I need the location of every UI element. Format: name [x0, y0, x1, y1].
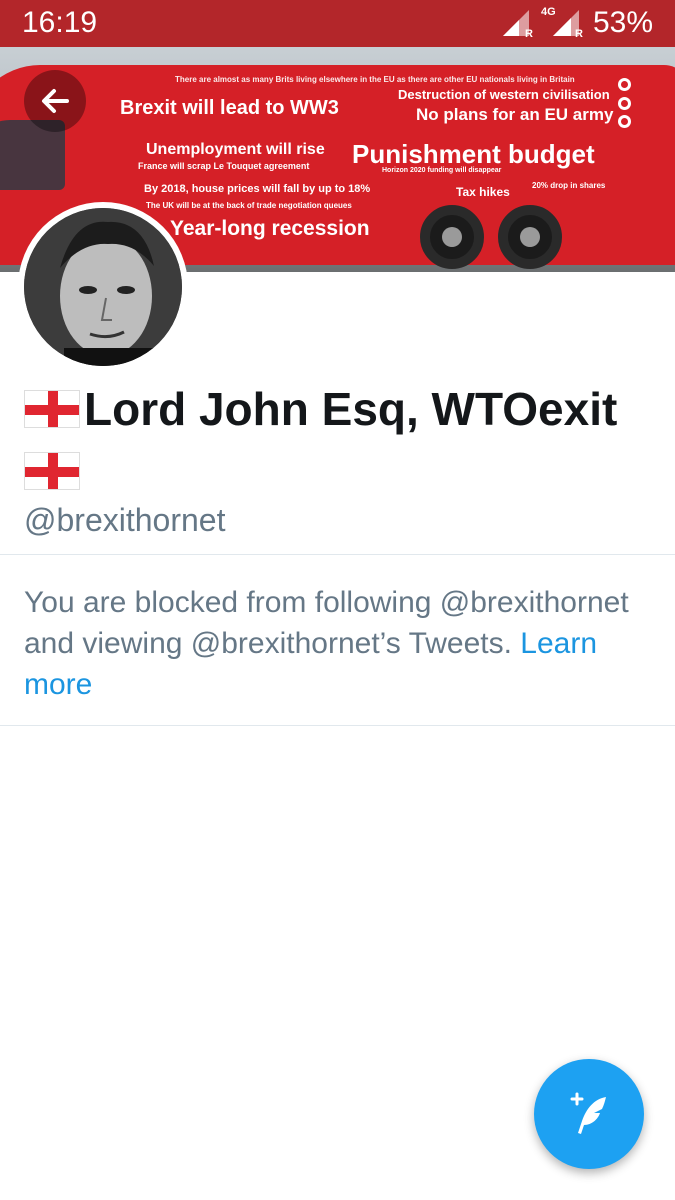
bus-wheel	[420, 205, 484, 269]
banner-text-small: There are almost as many Brits living el…	[175, 75, 575, 84]
england-flag-icon	[24, 452, 80, 490]
bus-wheel	[498, 205, 562, 269]
profile-handle: @brexithornet	[24, 502, 226, 538]
banner-text-recession: Year-long recession	[170, 217, 370, 240]
signal-4g-icon: 4G R	[541, 6, 583, 40]
divider	[0, 725, 675, 726]
blocked-notice: You are blocked from following @brexitho…	[24, 582, 654, 705]
avatar[interactable]	[18, 202, 188, 372]
battery-level: 53%	[592, 6, 653, 39]
england-flag-icon	[24, 390, 80, 428]
banner-text-shares: 20% drop in shares	[532, 181, 606, 190]
avatar-image	[24, 208, 182, 366]
roaming-label-2: R	[575, 28, 583, 40]
compose-tweet-icon	[570, 1092, 606, 1134]
status-time: 16:19	[22, 6, 98, 39]
banner-text-horizon: Horizon 2020 funding will disappear	[382, 167, 502, 174]
banner-text-punishment: Punishment budget	[352, 139, 595, 169]
more-vertical-icon	[617, 96, 631, 110]
profile-name-text: Lord John Esq, WTOexit	[84, 383, 618, 435]
status-bar: 16:19 R 4G R 53%	[0, 0, 675, 47]
banner-text-queue: The UK will be at the back of trade nego…	[146, 201, 352, 210]
banner-text-tax: Tax hikes	[456, 185, 510, 199]
banner-text-destruction: Destruction of western civilisation	[398, 87, 610, 102]
more-options-button[interactable]	[612, 78, 636, 128]
roaming-label: R	[525, 28, 533, 40]
banner-text-unemployment: Unemployment will rise	[146, 141, 325, 158]
back-button[interactable]	[24, 70, 86, 132]
signal-icon: R	[502, 8, 533, 40]
compose-tweet-button[interactable]	[534, 1059, 644, 1169]
banner-text-touquet: France will scrap Le Touquet agreement	[138, 161, 310, 171]
banner-text-army: No plans for an EU army	[416, 105, 614, 124]
arrow-left-icon	[42, 89, 69, 113]
profile-name: Lord John Esq, WTOexit	[24, 378, 654, 502]
more-vertical-icon	[617, 78, 631, 91]
banner-text-house: By 2018, house prices will fall by up to…	[144, 183, 371, 195]
status-icons: R 4G R 53%	[502, 6, 653, 40]
divider	[0, 554, 675, 555]
banner-text-ww3: Brexit will lead to WW3	[120, 97, 339, 119]
more-vertical-icon	[617, 115, 631, 128]
